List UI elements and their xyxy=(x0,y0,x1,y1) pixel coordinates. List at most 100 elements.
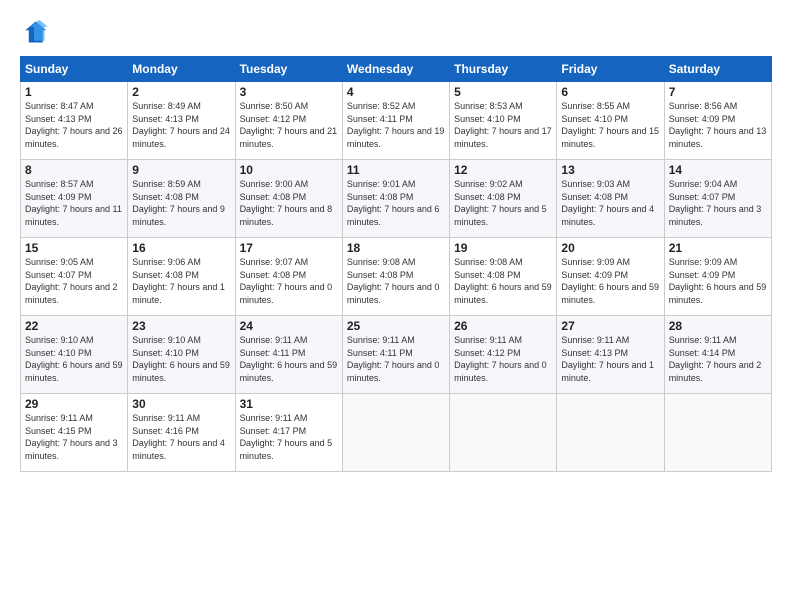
day-number: 26 xyxy=(454,319,552,333)
table-row: 29 Sunrise: 9:11 AMSunset: 4:15 PMDaylig… xyxy=(21,394,128,472)
table-row: 20 Sunrise: 9:09 AMSunset: 4:09 PMDaylig… xyxy=(557,238,664,316)
page: Sunday Monday Tuesday Wednesday Thursday… xyxy=(0,0,792,612)
table-row xyxy=(557,394,664,472)
day-number: 19 xyxy=(454,241,552,255)
table-row: 11 Sunrise: 9:01 AMSunset: 4:08 PMDaylig… xyxy=(342,160,449,238)
table-row: 31 Sunrise: 9:11 AMSunset: 4:17 PMDaylig… xyxy=(235,394,342,472)
day-number: 22 xyxy=(25,319,123,333)
calendar-week-row: 15 Sunrise: 9:05 AMSunset: 4:07 PMDaylig… xyxy=(21,238,772,316)
day-number: 23 xyxy=(132,319,230,333)
cell-info: Sunrise: 9:09 AMSunset: 4:09 PMDaylight:… xyxy=(669,256,767,306)
day-number: 25 xyxy=(347,319,445,333)
day-number: 30 xyxy=(132,397,230,411)
cell-info: Sunrise: 9:07 AMSunset: 4:08 PMDaylight:… xyxy=(240,256,338,306)
table-row: 13 Sunrise: 9:03 AMSunset: 4:08 PMDaylig… xyxy=(557,160,664,238)
table-row: 16 Sunrise: 9:06 AMSunset: 4:08 PMDaylig… xyxy=(128,238,235,316)
calendar-week-row: 1 Sunrise: 8:47 AMSunset: 4:13 PMDayligh… xyxy=(21,82,772,160)
table-row: 5 Sunrise: 8:53 AMSunset: 4:10 PMDayligh… xyxy=(450,82,557,160)
calendar-week-row: 22 Sunrise: 9:10 AMSunset: 4:10 PMDaylig… xyxy=(21,316,772,394)
cell-info: Sunrise: 9:11 AMSunset: 4:17 PMDaylight:… xyxy=(240,412,338,462)
table-row: 19 Sunrise: 9:08 AMSunset: 4:08 PMDaylig… xyxy=(450,238,557,316)
day-number: 31 xyxy=(240,397,338,411)
day-number: 27 xyxy=(561,319,659,333)
cell-info: Sunrise: 9:08 AMSunset: 4:08 PMDaylight:… xyxy=(347,256,445,306)
day-number: 28 xyxy=(669,319,767,333)
cell-info: Sunrise: 9:11 AMSunset: 4:11 PMDaylight:… xyxy=(347,334,445,384)
cell-info: Sunrise: 8:49 AMSunset: 4:13 PMDaylight:… xyxy=(132,100,230,150)
day-number: 1 xyxy=(25,85,123,99)
day-number: 16 xyxy=(132,241,230,255)
cell-info: Sunrise: 9:09 AMSunset: 4:09 PMDaylight:… xyxy=(561,256,659,306)
table-row: 22 Sunrise: 9:10 AMSunset: 4:10 PMDaylig… xyxy=(21,316,128,394)
day-number: 11 xyxy=(347,163,445,177)
table-row: 24 Sunrise: 9:11 AMSunset: 4:11 PMDaylig… xyxy=(235,316,342,394)
table-row: 1 Sunrise: 8:47 AMSunset: 4:13 PMDayligh… xyxy=(21,82,128,160)
table-row: 26 Sunrise: 9:11 AMSunset: 4:12 PMDaylig… xyxy=(450,316,557,394)
cell-info: Sunrise: 8:56 AMSunset: 4:09 PMDaylight:… xyxy=(669,100,767,150)
cell-info: Sunrise: 9:01 AMSunset: 4:08 PMDaylight:… xyxy=(347,178,445,228)
col-wednesday: Wednesday xyxy=(342,57,449,82)
day-number: 8 xyxy=(25,163,123,177)
cell-info: Sunrise: 9:06 AMSunset: 4:08 PMDaylight:… xyxy=(132,256,230,306)
day-number: 20 xyxy=(561,241,659,255)
col-saturday: Saturday xyxy=(664,57,771,82)
day-number: 7 xyxy=(669,85,767,99)
table-row: 7 Sunrise: 8:56 AMSunset: 4:09 PMDayligh… xyxy=(664,82,771,160)
day-number: 5 xyxy=(454,85,552,99)
table-row: 28 Sunrise: 9:11 AMSunset: 4:14 PMDaylig… xyxy=(664,316,771,394)
day-number: 24 xyxy=(240,319,338,333)
calendar-header-row: Sunday Monday Tuesday Wednesday Thursday… xyxy=(21,57,772,82)
day-number: 13 xyxy=(561,163,659,177)
calendar-week-row: 8 Sunrise: 8:57 AMSunset: 4:09 PMDayligh… xyxy=(21,160,772,238)
cell-info: Sunrise: 9:05 AMSunset: 4:07 PMDaylight:… xyxy=(25,256,123,306)
cell-info: Sunrise: 9:02 AMSunset: 4:08 PMDaylight:… xyxy=(454,178,552,228)
day-number: 14 xyxy=(669,163,767,177)
day-number: 4 xyxy=(347,85,445,99)
cell-info: Sunrise: 9:10 AMSunset: 4:10 PMDaylight:… xyxy=(132,334,230,384)
day-number: 21 xyxy=(669,241,767,255)
day-number: 9 xyxy=(132,163,230,177)
day-number: 3 xyxy=(240,85,338,99)
day-number: 6 xyxy=(561,85,659,99)
table-row: 30 Sunrise: 9:11 AMSunset: 4:16 PMDaylig… xyxy=(128,394,235,472)
cell-info: Sunrise: 9:10 AMSunset: 4:10 PMDaylight:… xyxy=(25,334,123,384)
cell-info: Sunrise: 8:52 AMSunset: 4:11 PMDaylight:… xyxy=(347,100,445,150)
cell-info: Sunrise: 8:53 AMSunset: 4:10 PMDaylight:… xyxy=(454,100,552,150)
table-row: 23 Sunrise: 9:10 AMSunset: 4:10 PMDaylig… xyxy=(128,316,235,394)
table-row: 27 Sunrise: 9:11 AMSunset: 4:13 PMDaylig… xyxy=(557,316,664,394)
cell-info: Sunrise: 9:11 AMSunset: 4:12 PMDaylight:… xyxy=(454,334,552,384)
cell-info: Sunrise: 8:59 AMSunset: 4:08 PMDaylight:… xyxy=(132,178,230,228)
table-row xyxy=(342,394,449,472)
cell-info: Sunrise: 8:55 AMSunset: 4:10 PMDaylight:… xyxy=(561,100,659,150)
table-row: 8 Sunrise: 8:57 AMSunset: 4:09 PMDayligh… xyxy=(21,160,128,238)
table-row: 3 Sunrise: 8:50 AMSunset: 4:12 PMDayligh… xyxy=(235,82,342,160)
col-sunday: Sunday xyxy=(21,57,128,82)
col-thursday: Thursday xyxy=(450,57,557,82)
cell-info: Sunrise: 9:00 AMSunset: 4:08 PMDaylight:… xyxy=(240,178,338,228)
table-row xyxy=(664,394,771,472)
cell-info: Sunrise: 9:11 AMSunset: 4:16 PMDaylight:… xyxy=(132,412,230,462)
cell-info: Sunrise: 9:03 AMSunset: 4:08 PMDaylight:… xyxy=(561,178,659,228)
table-row: 17 Sunrise: 9:07 AMSunset: 4:08 PMDaylig… xyxy=(235,238,342,316)
table-row: 25 Sunrise: 9:11 AMSunset: 4:11 PMDaylig… xyxy=(342,316,449,394)
table-row: 4 Sunrise: 8:52 AMSunset: 4:11 PMDayligh… xyxy=(342,82,449,160)
day-number: 18 xyxy=(347,241,445,255)
day-number: 15 xyxy=(25,241,123,255)
logo-icon xyxy=(20,18,48,46)
col-monday: Monday xyxy=(128,57,235,82)
table-row: 21 Sunrise: 9:09 AMSunset: 4:09 PMDaylig… xyxy=(664,238,771,316)
table-row: 12 Sunrise: 9:02 AMSunset: 4:08 PMDaylig… xyxy=(450,160,557,238)
cell-info: Sunrise: 9:11 AMSunset: 4:15 PMDaylight:… xyxy=(25,412,123,462)
day-number: 17 xyxy=(240,241,338,255)
calendar-table: Sunday Monday Tuesday Wednesday Thursday… xyxy=(20,56,772,472)
col-tuesday: Tuesday xyxy=(235,57,342,82)
table-row: 6 Sunrise: 8:55 AMSunset: 4:10 PMDayligh… xyxy=(557,82,664,160)
cell-info: Sunrise: 8:47 AMSunset: 4:13 PMDaylight:… xyxy=(25,100,123,150)
cell-info: Sunrise: 9:08 AMSunset: 4:08 PMDaylight:… xyxy=(454,256,552,306)
table-row: 9 Sunrise: 8:59 AMSunset: 4:08 PMDayligh… xyxy=(128,160,235,238)
table-row: 14 Sunrise: 9:04 AMSunset: 4:07 PMDaylig… xyxy=(664,160,771,238)
day-number: 29 xyxy=(25,397,123,411)
day-number: 10 xyxy=(240,163,338,177)
cell-info: Sunrise: 9:11 AMSunset: 4:11 PMDaylight:… xyxy=(240,334,338,384)
col-friday: Friday xyxy=(557,57,664,82)
